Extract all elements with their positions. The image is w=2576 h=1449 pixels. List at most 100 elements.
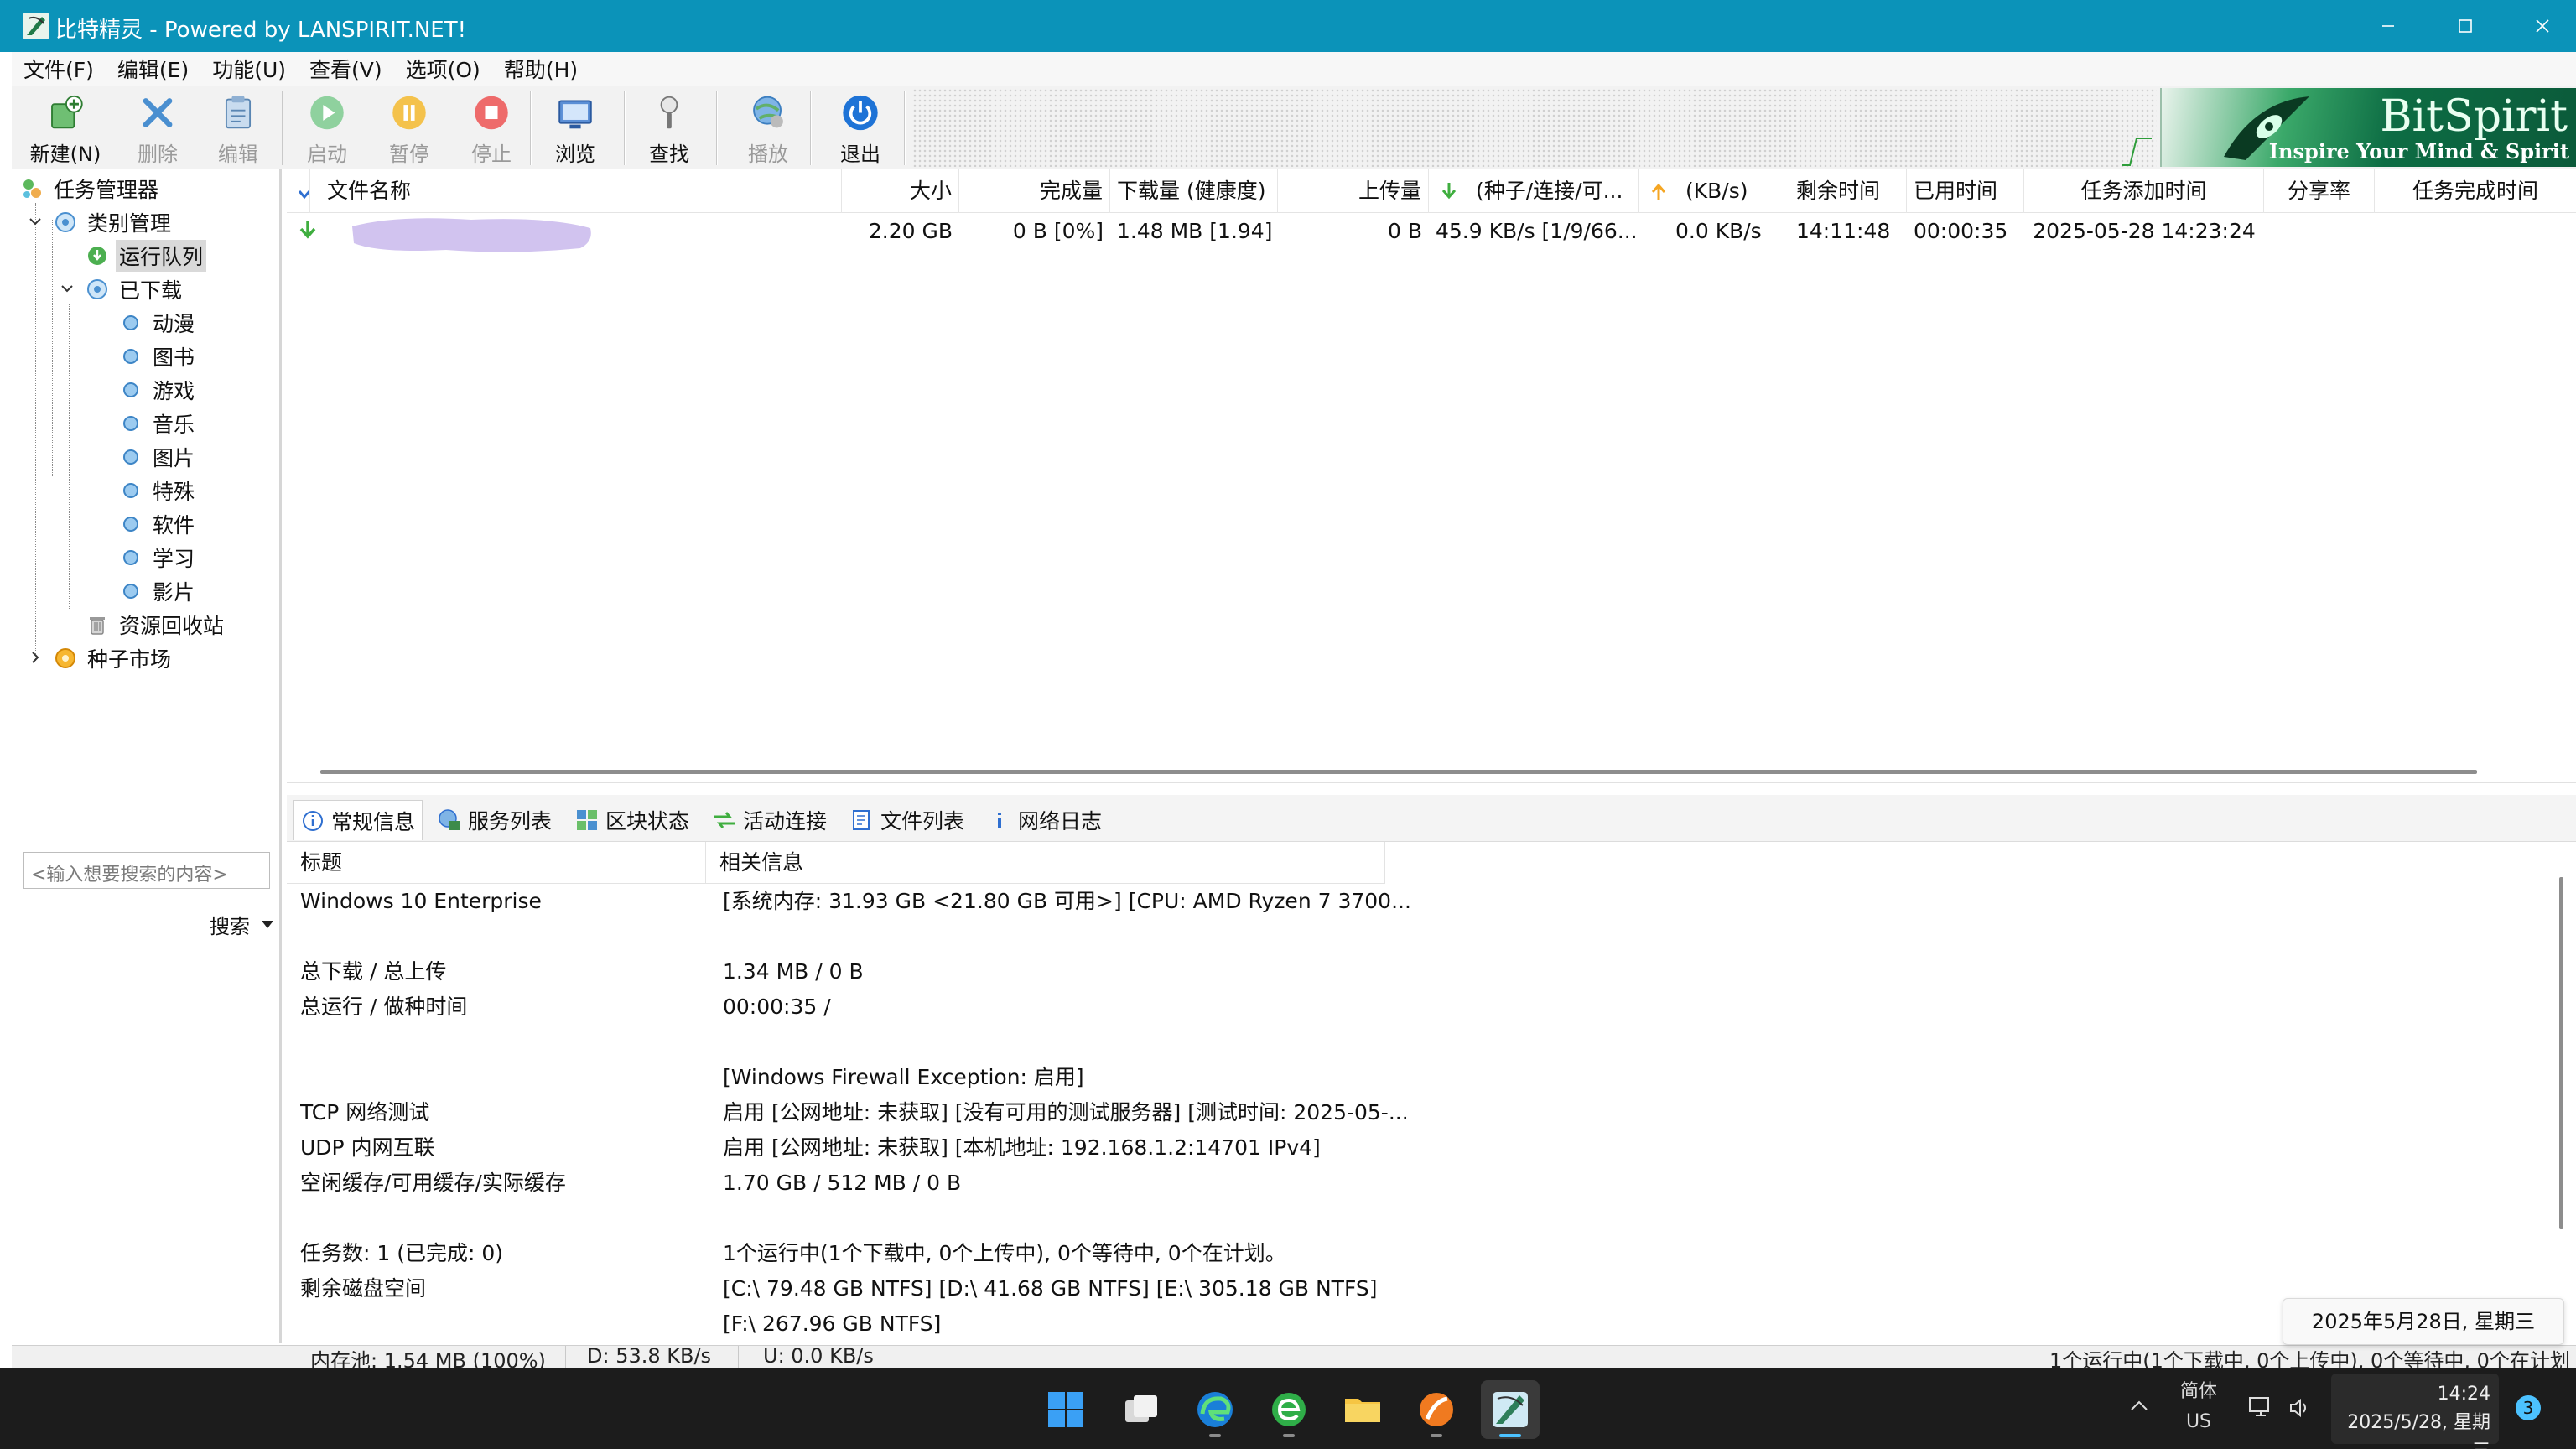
category-dot-icon [123,449,138,465]
column-size[interactable]: 大小 [842,169,959,213]
column-upload-speed[interactable]: (KB/s) [1639,169,1789,213]
task-row[interactable]: 2.20 GB 0 B [0%] 1.48 MB [1.94] 0 B 45.9… [287,213,2576,250]
info-column-title[interactable]: 标题 [287,842,706,884]
task-view-button[interactable] [1112,1380,1171,1439]
title-bar[interactable]: 比特精灵 - Powered by LANSPIRIT.NET! [0,0,2576,52]
browser-e-button[interactable] [1259,1380,1318,1439]
tree-item-category[interactable]: 图书 [119,340,198,372]
file-explorer-button[interactable] [1333,1380,1392,1439]
start-button[interactable] [1036,1380,1095,1439]
tree-item-torrent-market[interactable]: 种子市场 [54,642,174,674]
tree-item-downloaded[interactable]: 已下载 [86,273,185,305]
delete-button[interactable]: 删除 [119,90,196,167]
minimize-button[interactable] [2350,0,2427,52]
tree-item-category[interactable]: 影片 [119,575,198,607]
tree-item-category[interactable]: 特殊 [119,475,198,506]
search-input[interactable]: <输入想要搜索的内容> [23,852,270,889]
running-queue-icon [88,247,106,265]
tree-item-category[interactable]: 图片 [119,441,198,473]
column-finished[interactable]: 任务完成时间 [2375,169,2576,213]
info-row-value [723,919,1712,954]
column-remaining[interactable]: 剩余时间 [1789,169,1907,213]
column-check[interactable] [287,169,310,213]
column-uploaded[interactable]: 上传量 [1278,169,1429,213]
tree-label: 图片 [153,446,195,470]
tab-block-status[interactable]: 区块状态 [569,800,696,840]
menu-help[interactable]: 帮助(H) [492,54,589,84]
chevron-down-icon[interactable] [27,213,44,230]
ime-language: 简体 [2179,1381,2217,1402]
browse-button[interactable]: 浏览 [537,90,614,167]
edit-button[interactable]: 编辑 [200,90,277,167]
menu-view[interactable]: 查看(V) [298,54,394,84]
maximize-button[interactable] [2427,0,2504,52]
tab-network-log[interactable]: 网络日志 [981,800,1109,840]
tree-label: 软件 [153,513,195,538]
tree-label: 种子市场 [87,647,172,672]
tree-item-category[interactable]: 学习 [119,542,198,574]
bitspirit-taskbar-button[interactable] [1481,1380,1540,1439]
find-button[interactable]: 查找 [631,90,708,167]
chevron-down-icon[interactable] [59,280,75,297]
minimize-icon [2382,25,2394,27]
column-downloaded[interactable]: 下载量 (健康度) [1110,169,1278,213]
task-remaining: 14:11:48 [1796,219,1891,243]
stop-button[interactable]: 停止 [453,90,530,167]
column-peers-label: (种子/连接/可... [1476,179,1623,203]
chevron-right-icon[interactable] [27,649,44,666]
tree-item-task-manager[interactable]: 任务管理器 [20,173,162,205]
category-tree-panel: 任务管理器 类别管理 运行队列 已下载 动漫 图书 游戏 音乐 图片 特殊 软件 [12,169,282,1343]
tree-item-running-queue[interactable]: 运行队列 [86,240,207,272]
column-share-ratio[interactable]: 分享率 [2264,169,2375,213]
tree-item-category-manager[interactable]: 类别管理 [54,206,174,238]
chevron-up-icon[interactable] [2127,1394,2152,1419]
input-method-indicator[interactable]: 简体 US [2174,1377,2224,1437]
menu-edit[interactable]: 编辑(E) [106,54,200,84]
new-task-button[interactable]: 新建(N) [22,90,109,167]
menu-function[interactable]: 功能(U) [200,54,298,84]
category-icon [55,212,75,232]
column-completed[interactable]: 完成量 [959,169,1110,213]
tree-item-category[interactable]: 音乐 [119,408,198,439]
tree-item-category[interactable]: 游戏 [119,374,198,406]
info-icon [303,810,323,831]
volume-icon[interactable] [2288,1395,2313,1420]
downloaded-icon [87,279,107,299]
browse-label: 浏览 [555,143,595,166]
tab-general-info[interactable]: 常规信息 [293,800,423,840]
pause-button[interactable]: 暂停 [371,90,448,167]
menu-file[interactable]: 文件(F) [12,54,106,84]
taskbar-clock[interactable]: 14:24 2025/5/28, 星期三 [2331,1374,2499,1449]
notification-badge[interactable]: 3 [2516,1395,2541,1420]
column-added[interactable]: 任务添加时间 [2024,169,2264,213]
info-row-value: [F:\ 267.96 GB NTFS] [723,1311,942,1336]
column-peers[interactable]: (种子/连接/可... [1429,169,1639,213]
close-button[interactable] [2504,0,2576,52]
orange-app-button[interactable] [1407,1380,1466,1439]
status-download-speed: D: 53.8 KB/s [587,1345,712,1368]
info-vertical-scrollbar[interactable] [2559,877,2563,1229]
info-column-value[interactable]: 相关信息 [706,842,1385,884]
toolbar-separator [530,91,532,165]
tree-item-recycle-bin[interactable]: 资源回收站 [86,609,227,641]
tab-active-connections[interactable]: 活动连接 [706,800,834,840]
toolbar-separator [716,91,718,165]
torrent-market-icon [55,648,75,668]
tree-item-category[interactable]: 软件 [119,508,198,540]
start-button[interactable]: 启动 [288,90,366,167]
column-elapsed[interactable]: 已用时间 [1907,169,2024,213]
tab-server-list[interactable]: 服务列表 [431,800,558,840]
search-button[interactable]: 搜索 [179,909,277,939]
exit-button[interactable]: 退出 [822,90,899,167]
info-row-value: 00:00:35 / [723,995,831,1019]
task-list-horizontal-scrollbar[interactable] [320,770,2477,774]
tree-item-category[interactable]: 动漫 [119,307,198,339]
tab-file-list[interactable]: 文件列表 [844,800,971,840]
server-globe-icon [439,809,460,830]
menu-options[interactable]: 选项(O) [394,54,492,84]
column-name[interactable]: 文件名称 [320,169,842,213]
network-icon[interactable] [2247,1395,2274,1420]
edge-browser-button[interactable] [1186,1380,1244,1439]
play-button[interactable]: 播放 [730,90,807,167]
stop-icon [475,96,508,130]
